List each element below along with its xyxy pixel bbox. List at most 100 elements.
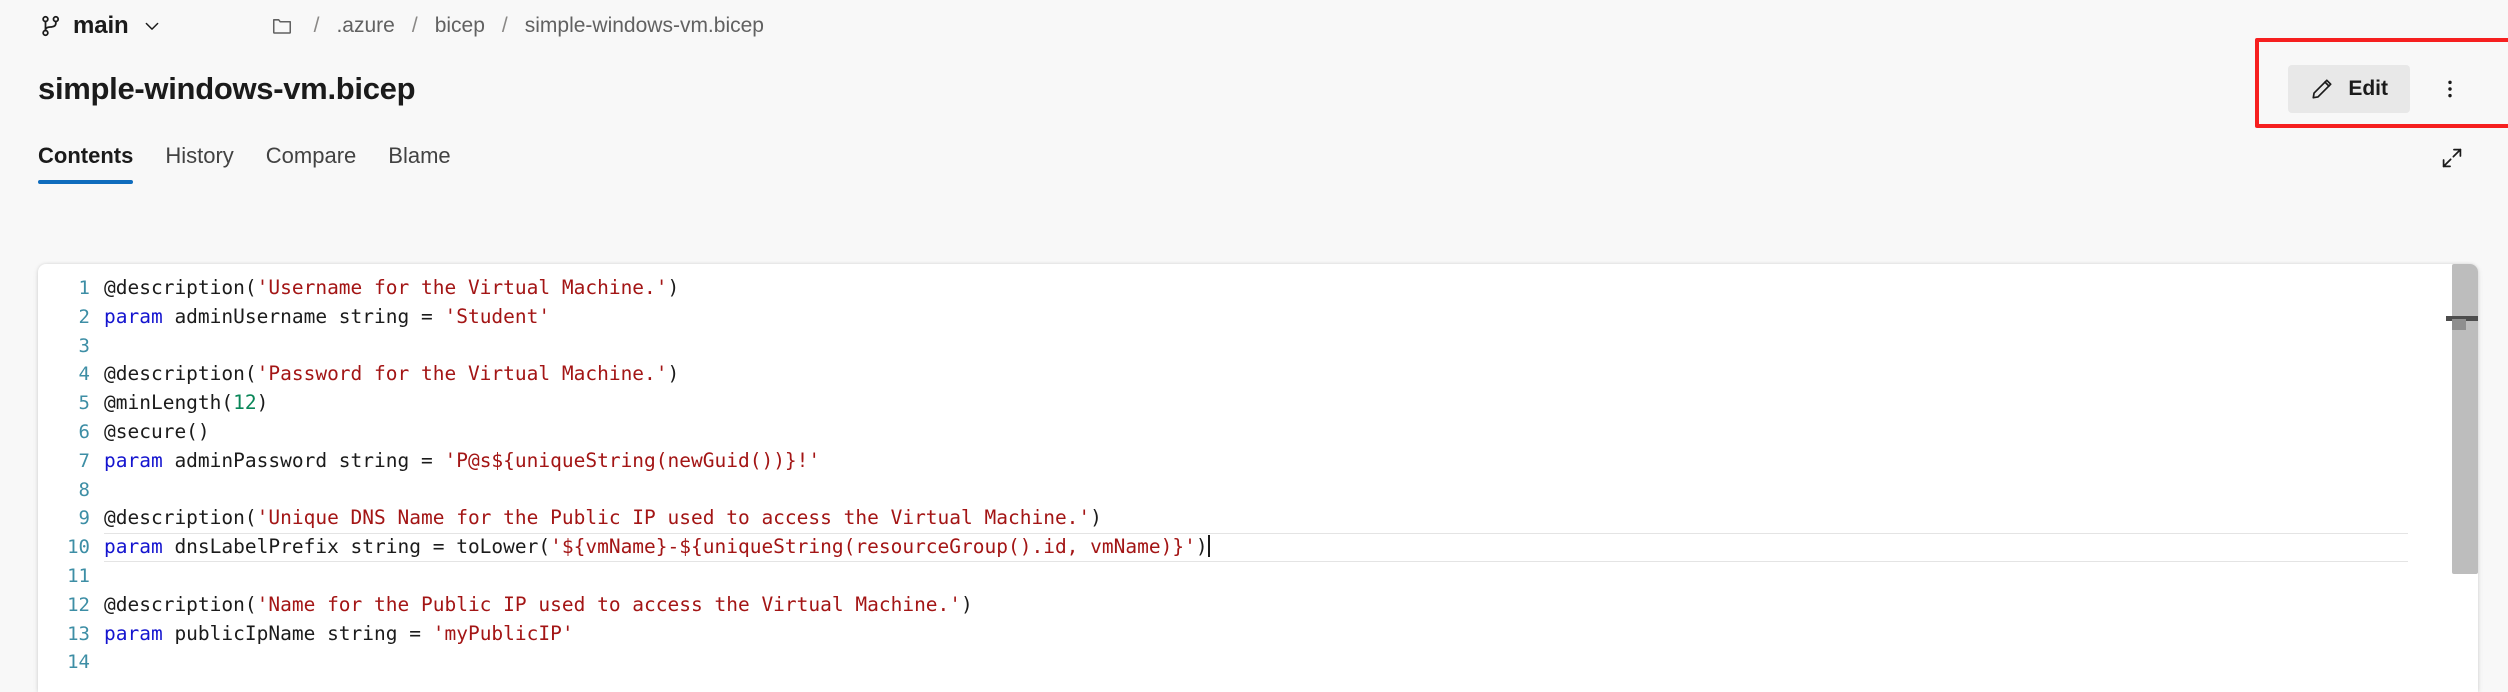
code-line[interactable]: 8 xyxy=(38,476,2478,505)
chevron-down-icon xyxy=(142,16,162,36)
code-token-pln: ) xyxy=(1195,535,1208,559)
code-token-pln: adminUsername string = xyxy=(162,304,445,328)
code-token-pln: @description( xyxy=(104,592,257,616)
more-options-button[interactable] xyxy=(2426,65,2474,113)
code-line[interactable]: 10 param dnsLabelPrefix string = toLower(… xyxy=(38,533,2478,562)
tabs-row: Contents History Compare Blame xyxy=(0,128,2508,184)
branch-name: main xyxy=(73,12,129,39)
code-line[interactable]: 3 xyxy=(38,332,2478,361)
tab-blame-label: Blame xyxy=(388,143,451,168)
code-token-kw: param xyxy=(104,621,163,645)
folder-icon[interactable] xyxy=(263,15,301,37)
code-text: @secure() xyxy=(104,418,2478,447)
code-token-str: 'Name for the Public IP used to access t… xyxy=(256,592,962,616)
tab-compare[interactable]: Compare xyxy=(250,128,372,184)
code-token-str: 'Username for the Virtual Machine.' xyxy=(256,276,668,299)
tab-contents-label: Contents xyxy=(38,143,134,168)
code-text: @minLength(12) xyxy=(104,389,2478,418)
code-token-pln: adminPassword string = xyxy=(162,448,445,472)
line-number: 1 xyxy=(78,277,90,299)
code-line[interactable]: 13 param publicIpName string = 'myPublicI… xyxy=(38,620,2478,649)
code-token-str: 'Password for the Virtual Machine.' xyxy=(256,362,668,386)
code-line[interactable]: 11 xyxy=(38,562,2478,591)
code-token-pln: @minLength( xyxy=(104,391,234,415)
line-number: 7 xyxy=(78,449,90,472)
code-token-str: 'Student' xyxy=(444,304,551,328)
code-token-pln: ) xyxy=(961,592,973,616)
text-cursor xyxy=(1207,535,1210,558)
code-token-pln: @description( xyxy=(104,276,257,299)
code-line[interactable]: 7 param adminPassword string = 'P@s${uniq… xyxy=(38,447,2478,476)
code-line[interactable]: 2 param adminUsername string = 'Student' xyxy=(38,303,2478,332)
code-token-pln: ) xyxy=(667,362,680,386)
code-line[interactable]: 12 @description('Name for the Public IP u… xyxy=(38,591,2478,620)
expand-diagonal-icon xyxy=(2440,146,2464,170)
line-number: 8 xyxy=(78,478,90,501)
code-text: param adminUsername string = 'Student' xyxy=(104,303,2478,332)
code-line[interactable]: 14 xyxy=(38,648,2478,677)
branch-selector[interactable]: main xyxy=(34,8,168,44)
code-text: @description('Username for the Virtual M… xyxy=(104,274,2478,303)
code-token-pln: @description( xyxy=(104,362,257,386)
more-vertical-icon xyxy=(2439,78,2461,100)
line-number: 9 xyxy=(78,507,90,530)
tab-blame[interactable]: Blame xyxy=(372,128,466,184)
editor-scrollbar-thumb[interactable] xyxy=(2446,264,2478,574)
code-token-str: 'P@s${uniqueString(newGuid())}!' xyxy=(444,448,821,472)
line-number: 4 xyxy=(78,363,90,386)
code-token-pln: @description( xyxy=(104,506,257,530)
expand-button[interactable] xyxy=(2430,136,2474,180)
breadcrumb-separator: / xyxy=(501,14,508,37)
line-number: 10 xyxy=(67,536,90,559)
breadcrumb-item-file[interactable]: simple-windows-vm.bicep xyxy=(521,12,768,40)
git-branch-icon xyxy=(40,14,62,38)
breadcrumb-item-azure[interactable]: .azure xyxy=(332,12,398,40)
code-text: param adminPassword string = 'P@s${uniqu… xyxy=(104,447,2478,476)
code-token-pln: publicIpName string = xyxy=(162,621,433,645)
code-line[interactable]: 1 @description('Username for the Virtual … xyxy=(38,274,2478,303)
code-line[interactable]: 9 @description('Unique DNS Name for the P… xyxy=(38,504,2478,533)
code-token-kw: param xyxy=(104,448,163,472)
editor-scrollbar[interactable] xyxy=(2446,264,2478,692)
tab-history[interactable]: History xyxy=(149,128,249,184)
code-editor-panel: 1 @description('Username for the Virtual … xyxy=(38,264,2478,692)
code-token-pln: ) xyxy=(1090,506,1102,530)
title-row: simple-windows-vm.bicep Edit xyxy=(0,38,2508,128)
line-number: 2 xyxy=(78,305,90,328)
tab-compare-label: Compare xyxy=(265,143,357,168)
code-line[interactable]: 6 @secure() xyxy=(38,418,2478,447)
tab-contents[interactable]: Contents xyxy=(38,128,149,184)
line-number: 5 xyxy=(78,392,90,415)
breadcrumb-item-bicep[interactable]: bicep xyxy=(431,12,489,40)
line-number: 6 xyxy=(78,420,90,443)
code-token-str: 'Unique DNS Name for the Public IP used … xyxy=(256,506,1091,530)
code-token-pln: dnsLabelPrefix string = toLower( xyxy=(162,535,551,559)
file-viewer-page: main / .azure / bicep / simple-windows-v… xyxy=(0,0,2508,692)
line-number: 11 xyxy=(67,564,90,587)
code-token-pln: @secure() xyxy=(104,419,210,443)
code-line[interactable]: 4 @description('Password for the Virtual … xyxy=(38,360,2478,389)
code-token-kw: param xyxy=(104,304,163,328)
code-token-str: '${vmName}-${uniqueString(resourceGroup(… xyxy=(550,535,1196,559)
code-token-pln: ) xyxy=(256,391,269,415)
code-token-str: 'myPublicIP' xyxy=(432,621,574,645)
code-text: @description('Unique DNS Name for the Pu… xyxy=(104,504,2478,533)
page-title: simple-windows-vm.bicep xyxy=(38,71,416,106)
code-text: param dnsLabelPrefix string = toLower('$… xyxy=(104,533,2478,562)
code-text: @description('Password for the Virtual M… xyxy=(104,360,2478,389)
line-number: 14 xyxy=(67,651,90,674)
breadcrumb-bar: main / .azure / bicep / simple-windows-v… xyxy=(0,0,2508,52)
edit-button[interactable]: Edit xyxy=(2288,65,2410,113)
scrollbar-marker-secondary xyxy=(2452,319,2466,330)
line-number: 13 xyxy=(67,622,90,645)
code-token-pln: ) xyxy=(667,276,680,299)
code-line[interactable]: 5 @minLength(12) xyxy=(38,389,2478,418)
tab-history-label: History xyxy=(165,143,234,168)
breadcrumb: / .azure / bicep / simple-windows-vm.bic… xyxy=(263,12,768,40)
title-actions: Edit xyxy=(2255,38,2508,128)
edit-button-label: Edit xyxy=(2348,77,2388,100)
code-token-num: 12 xyxy=(233,391,257,415)
code-editor[interactable]: 1 @description('Username for the Virtual … xyxy=(38,264,2478,692)
breadcrumb-separator: / xyxy=(411,14,418,37)
code-token-kw: param xyxy=(104,535,163,559)
